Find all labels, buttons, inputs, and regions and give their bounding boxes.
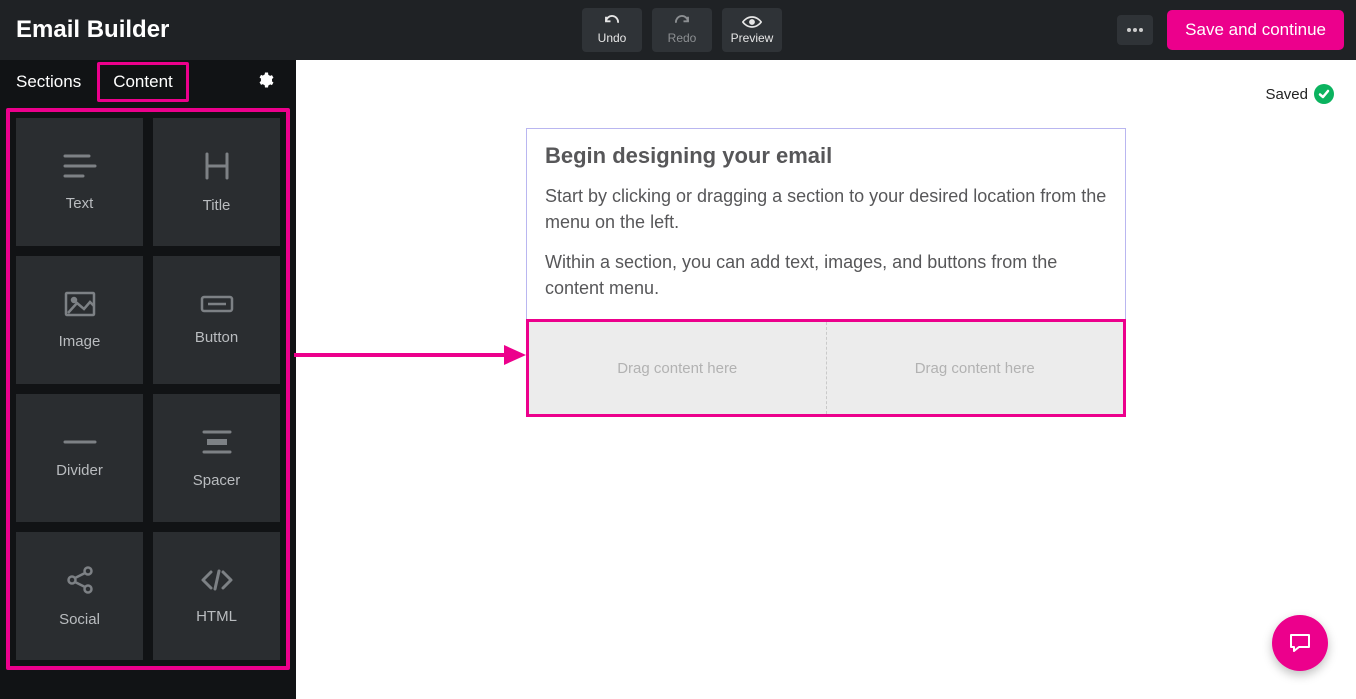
- code-icon: [199, 568, 235, 592]
- redo-button[interactable]: Redo: [652, 8, 712, 52]
- email-block: Begin designing your email Start by clic…: [526, 128, 1126, 417]
- intro-panel: Begin designing your email Start by clic…: [526, 128, 1126, 320]
- tab-sections[interactable]: Sections: [0, 62, 97, 102]
- divider-icon: [63, 438, 97, 446]
- toolbar-right: Save and continue: [1117, 10, 1344, 50]
- sidebar-tabs: Sections Content: [0, 60, 296, 104]
- preview-button[interactable]: Preview: [722, 8, 782, 52]
- dots-icon: [1126, 27, 1144, 33]
- sidebar: Sections Content Text Title Image: [0, 60, 296, 699]
- tile-label: Text: [66, 195, 94, 212]
- tab-content[interactable]: Content: [97, 62, 189, 102]
- text-icon: [63, 153, 97, 179]
- top-bar: Email Builder Undo Redo Preview Save and…: [0, 0, 1356, 60]
- tile-label: Image: [59, 333, 101, 350]
- tile-label: HTML: [196, 608, 237, 625]
- tile-button[interactable]: Button: [153, 256, 280, 384]
- saved-label: Saved: [1265, 86, 1308, 103]
- settings-button[interactable]: [256, 71, 286, 94]
- tile-text[interactable]: Text: [16, 118, 143, 246]
- button-icon: [200, 295, 234, 313]
- content-panel-highlight: Text Title Image Button Divider: [6, 108, 290, 670]
- redo-icon: [673, 15, 691, 29]
- saved-indicator: Saved: [1265, 84, 1334, 104]
- heading-icon: [202, 151, 232, 181]
- canvas-area: Saved Begin designing your email Start b…: [296, 60, 1356, 699]
- intro-p1: Start by clicking or dragging a section …: [545, 183, 1107, 235]
- tile-image[interactable]: Image: [16, 256, 143, 384]
- dropzone-row-highlight: Drag content here Drag content here: [526, 319, 1126, 417]
- help-fab[interactable]: [1272, 615, 1328, 671]
- tile-divider[interactable]: Divider: [16, 394, 143, 522]
- intro-p2: Within a section, you can add text, imag…: [545, 249, 1107, 301]
- more-button[interactable]: [1117, 15, 1153, 45]
- undo-button[interactable]: Undo: [582, 8, 642, 52]
- tile-label: Spacer: [193, 472, 241, 489]
- tile-label: Social: [59, 611, 100, 628]
- tile-label: Button: [195, 329, 238, 346]
- save-continue-button[interactable]: Save and continue: [1167, 10, 1344, 50]
- eye-icon: [742, 15, 762, 29]
- preview-label: Preview: [731, 31, 774, 45]
- check-icon: [1314, 84, 1334, 104]
- dropzone-right[interactable]: Drag content here: [826, 322, 1124, 414]
- content-grid: Text Title Image Button Divider: [16, 118, 280, 660]
- tile-spacer[interactable]: Spacer: [153, 394, 280, 522]
- share-icon: [65, 565, 95, 595]
- spacer-icon: [200, 428, 234, 456]
- dropzone-left[interactable]: Drag content here: [529, 322, 826, 414]
- chat-icon: [1287, 630, 1313, 656]
- undo-label: Undo: [598, 31, 627, 45]
- tile-label: Divider: [56, 462, 103, 479]
- undo-icon: [603, 15, 621, 29]
- app-title: Email Builder: [16, 16, 169, 44]
- tile-label: Title: [203, 197, 231, 214]
- main-area: Sections Content Text Title Image: [0, 60, 1356, 699]
- gear-icon: [256, 71, 274, 89]
- redo-label: Redo: [668, 31, 697, 45]
- image-icon: [64, 291, 96, 317]
- toolbar-center: Undo Redo Preview: [582, 8, 782, 52]
- tile-title[interactable]: Title: [153, 118, 280, 246]
- tile-social[interactable]: Social: [16, 532, 143, 660]
- tile-html[interactable]: HTML: [153, 532, 280, 660]
- intro-heading: Begin designing your email: [545, 143, 1107, 169]
